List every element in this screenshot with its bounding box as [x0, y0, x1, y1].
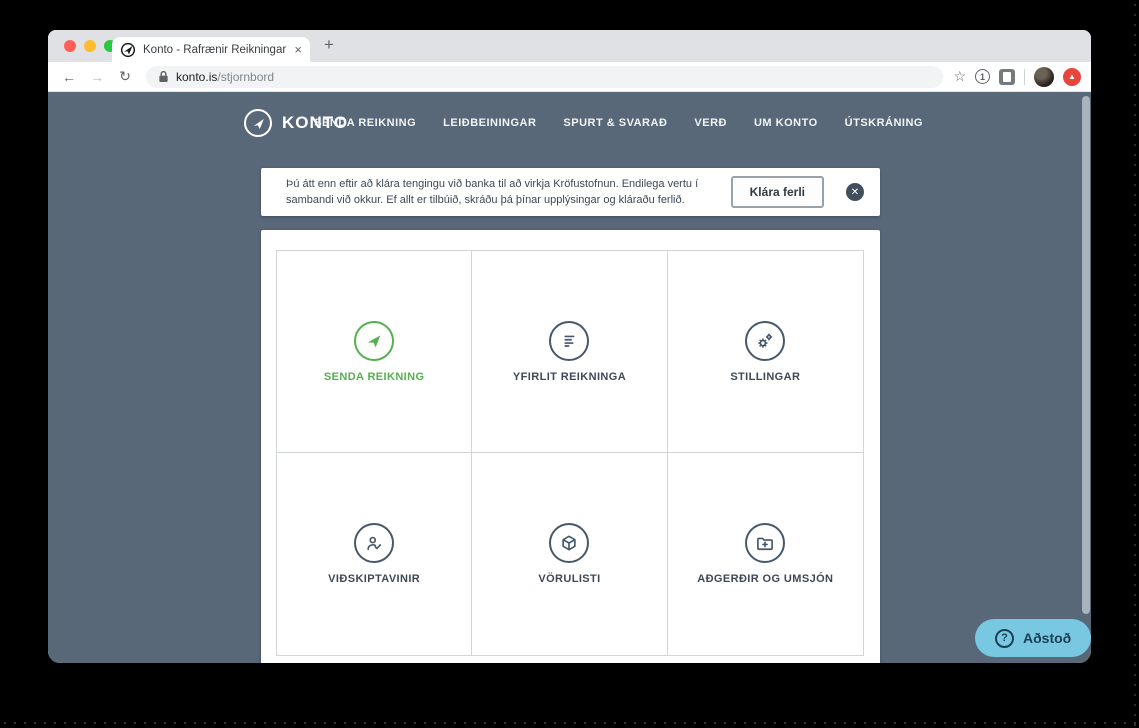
- profile-avatar[interactable]: [1034, 67, 1054, 87]
- minimize-window-button[interactable]: [84, 40, 96, 52]
- url-domain: konto.is: [176, 70, 217, 84]
- page-viewport: KONTO SENDA REIKNING LEIÐBEININGAR SPURT…: [48, 92, 1091, 663]
- settings-gears-icon: [745, 321, 785, 361]
- page-scrollbar[interactable]: [1082, 96, 1090, 614]
- nav-spurt-og-svarad[interactable]: SPURT & SVARAÐ: [563, 117, 667, 129]
- bank-connection-banner: Þú átt enn eftir að klára tengingu við b…: [261, 168, 880, 216]
- tile-stillingar[interactable]: STILLINGAR: [668, 251, 863, 453]
- toolbar-divider: [1024, 69, 1025, 85]
- tile-yfirlit-reikninga[interactable]: YFIRLIT REIKNINGA: [472, 251, 667, 453]
- reload-icon[interactable]: ↻: [114, 68, 136, 85]
- tile-label: YFIRLIT REIKNINGA: [513, 371, 626, 383]
- nav-utskraning[interactable]: ÚTSKRÁNING: [845, 117, 923, 129]
- extension-red-arrow-icon[interactable]: ▲: [1063, 68, 1081, 86]
- forward-icon[interactable]: →: [86, 69, 108, 85]
- browser-tab[interactable]: Konto - Rafrænir Reikningar ×: [112, 37, 310, 62]
- new-tab-button[interactable]: +: [324, 35, 334, 55]
- adstod-help-button[interactable]: ? Aðstoð: [975, 619, 1091, 657]
- invoice-list-icon: [549, 321, 589, 361]
- dashboard-card: SENDA REIKNING YFIRLIT REIKNINGA: [261, 230, 880, 663]
- tile-label: AÐGERÐIR OG UMSJÓN: [697, 573, 833, 585]
- url-bar[interactable]: konto.is/stjornbord: [146, 66, 943, 88]
- site-favicon-icon: [120, 42, 136, 58]
- tile-vidskiptavinir[interactable]: VIÐSKIPTAVINIR: [277, 453, 472, 655]
- tile-label: SENDA REIKNING: [324, 371, 425, 383]
- klara-ferli-button[interactable]: Klára ferli: [731, 176, 824, 208]
- toolbar-right-icons: ☆ 1 ▲: [953, 67, 1081, 87]
- browser-window: Konto - Rafrænir Reikningar × + ← → ↻ ko…: [48, 30, 1091, 663]
- dashboard-grid: SENDA REIKNING YFIRLIT REIKNINGA: [276, 250, 864, 656]
- background-dotted-edge-bottom: [0, 721, 1139, 725]
- question-mark-icon: ?: [995, 629, 1014, 648]
- background-dotted-edge-right: [1133, 0, 1137, 728]
- send-invoice-icon: [354, 321, 394, 361]
- back-icon[interactable]: ←: [58, 69, 80, 85]
- tile-adgerdir-og-umsjon[interactable]: AÐGERÐIR OG UMSJÓN: [668, 453, 863, 655]
- extension-circled-one-icon[interactable]: 1: [975, 69, 990, 84]
- tile-label: STILLINGAR: [730, 371, 800, 383]
- customer-person-icon: [354, 523, 394, 563]
- help-label: Aðstoð: [1023, 630, 1071, 646]
- tile-senda-reikning[interactable]: SENDA REIKNING: [277, 251, 472, 453]
- tab-strip: Konto - Rafrænir Reikningar × +: [48, 30, 1091, 62]
- banner-message: Þú átt enn eftir að klára tengingu við b…: [286, 176, 713, 209]
- nav-um-konto[interactable]: UM KONTO: [754, 117, 818, 129]
- browser-toolbar: ← → ↻ konto.is/stjornbord ☆ 1 ▲: [48, 62, 1091, 92]
- konto-logo-cursor-icon: [244, 109, 272, 137]
- site-navigation: SENDA REIKNING LEIÐBEININGAR SPURT & SVA…: [314, 117, 923, 129]
- url-text: konto.is/stjornbord: [176, 70, 274, 84]
- tab-title: Konto - Rafrænir Reikningar: [143, 44, 287, 56]
- banner-close-icon[interactable]: ✕: [846, 183, 864, 201]
- traffic-lights: [64, 40, 116, 52]
- nav-leidbeiningar[interactable]: LEIÐBEININGAR: [443, 117, 536, 129]
- nav-verd[interactable]: VERÐ: [694, 117, 727, 129]
- tile-vorulisti[interactable]: VÖRULISTI: [472, 453, 667, 655]
- close-window-button[interactable]: [64, 40, 76, 52]
- nav-senda-reikning[interactable]: SENDA REIKNING: [314, 117, 416, 129]
- product-cube-icon: [549, 523, 589, 563]
- tab-close-icon[interactable]: ×: [294, 42, 302, 57]
- folder-plus-icon: [745, 523, 785, 563]
- tile-label: VÖRULISTI: [538, 573, 600, 585]
- lock-icon: [158, 70, 169, 83]
- bookmark-star-icon[interactable]: ☆: [953, 68, 966, 85]
- tile-label: VIÐSKIPTAVINIR: [328, 573, 420, 585]
- url-path: /stjornbord: [217, 70, 274, 84]
- extension-box-icon[interactable]: [999, 69, 1015, 85]
